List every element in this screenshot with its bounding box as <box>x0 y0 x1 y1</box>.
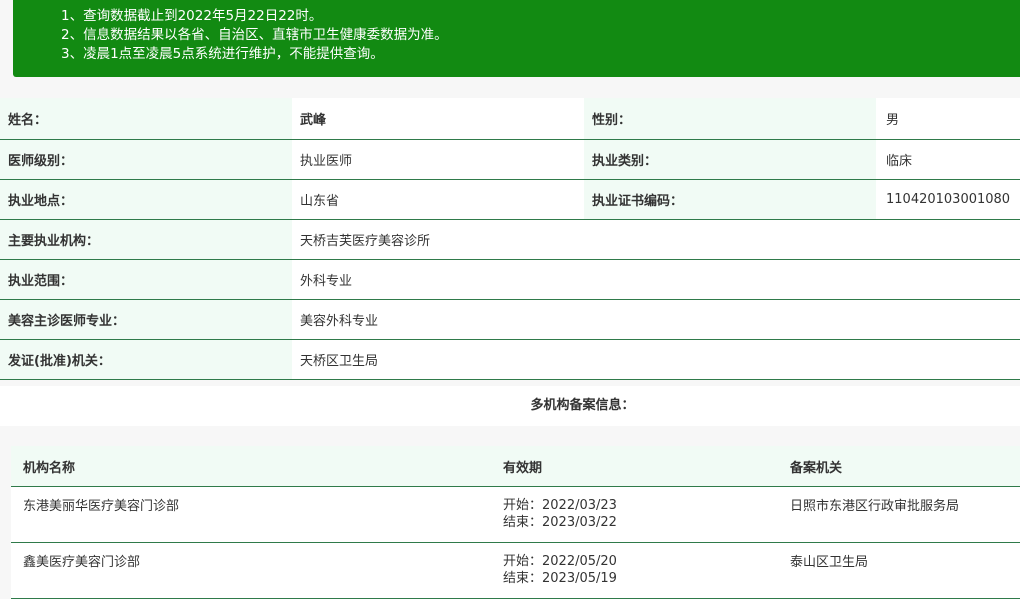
issuer-value: 天桥区卫生局 <box>292 339 1020 380</box>
name-value: 武峰 <box>292 98 584 140</box>
info-row: 医师级别： 执业医师 执业类别： 临床 <box>0 139 1020 180</box>
org-value: 天桥吉芙医疗美容诊所 <box>292 219 1020 260</box>
scope-label: 执业范围： <box>0 259 292 300</box>
notice-line-2: 2、信息数据结果以各省、自治区、直辖市卫生健康委数据为准。 <box>61 27 448 43</box>
specialty-label: 美容主诊医师专业： <box>0 299 292 340</box>
type-label: 执业类别： <box>584 139 876 180</box>
info-row: 姓名： 武峰 性别： 男 <box>0 98 1020 140</box>
info-row: 执业地点： 山东省 执业证书编码： 110420103001080 <box>0 179 1020 220</box>
record-authority: 日照市东港区行政审批服务局 <box>778 486 1020 543</box>
multi-org-table: 机构名称 有效期 备案机关 东港美丽华医疗美容门诊部 开始：2022/03/23… <box>11 446 1020 599</box>
record-end: 结束：2023/03/22 <box>503 515 617 530</box>
info-row: 主要执业机构： 天桥吉芙医疗美容诊所 <box>0 219 1020 260</box>
record-authority: 泰山区卫生局 <box>778 542 1020 599</box>
org-label: 主要执业机构： <box>0 219 292 260</box>
table-row: 鑫美医疗美容门诊部 开始：2022/05/20 结束：2023/05/19 泰山… <box>11 542 1020 599</box>
cert-label: 执业证书编码： <box>584 179 876 220</box>
multi-org-title-text: 多机构备案信息： <box>530 398 635 413</box>
level-label: 医师级别： <box>0 139 292 180</box>
level-value: 执业医师 <box>292 139 584 180</box>
header-validity: 有效期 <box>491 446 778 487</box>
type-value: 临床 <box>876 139 1020 180</box>
header-authority: 备案机关 <box>778 446 1020 487</box>
notice-line-1: 1、查询数据截止到2022年5月22日22时。 <box>61 8 323 24</box>
record-start: 开始：2022/03/23 <box>503 498 617 513</box>
multi-org-title: 多机构备案信息： <box>0 386 1020 426</box>
cert-value: 110420103001080 <box>876 179 1020 220</box>
gender-value: 男 <box>876 98 1020 140</box>
record-start: 开始：2022/05/20 <box>503 554 617 569</box>
info-row: 发证(批准)机关： 天桥区卫生局 <box>0 339 1020 380</box>
record-org: 东港美丽华医疗美容门诊部 <box>11 486 491 543</box>
notice-banner: 1、查询数据截止到2022年5月22日22时。 2、信息数据结果以各省、自治区、… <box>13 0 1020 77</box>
info-row: 执业范围： 外科专业 <box>0 259 1020 300</box>
specialty-value: 美容外科专业 <box>292 299 1020 340</box>
gender-label: 性别： <box>584 98 876 140</box>
location-label: 执业地点： <box>0 179 292 220</box>
doctor-info-table: 姓名： 武峰 性别： 男 医师级别： 执业医师 执业类别： 临床 执业地点： 山… <box>0 98 1020 380</box>
name-label: 姓名： <box>0 98 292 140</box>
issuer-label: 发证(批准)机关： <box>0 339 292 380</box>
notice-line-3: 3、凌晨1点至凌晨5点系统进行维护，不能提供查询。 <box>61 46 384 62</box>
info-row: 美容主诊医师专业： 美容外科专业 <box>0 299 1020 340</box>
record-validity: 开始：2022/03/23 结束：2023/03/22 <box>491 486 778 543</box>
header-org-name: 机构名称 <box>11 446 491 487</box>
table-row: 东港美丽华医疗美容门诊部 开始：2022/03/23 结束：2023/03/22… <box>11 486 1020 543</box>
table-header-row: 机构名称 有效期 备案机关 <box>11 446 1020 487</box>
record-org: 鑫美医疗美容门诊部 <box>11 542 491 599</box>
record-validity: 开始：2022/05/20 结束：2023/05/19 <box>491 542 778 599</box>
scope-value: 外科专业 <box>292 259 1020 300</box>
location-value: 山东省 <box>292 179 584 220</box>
record-end: 结束：2023/05/19 <box>503 571 617 586</box>
